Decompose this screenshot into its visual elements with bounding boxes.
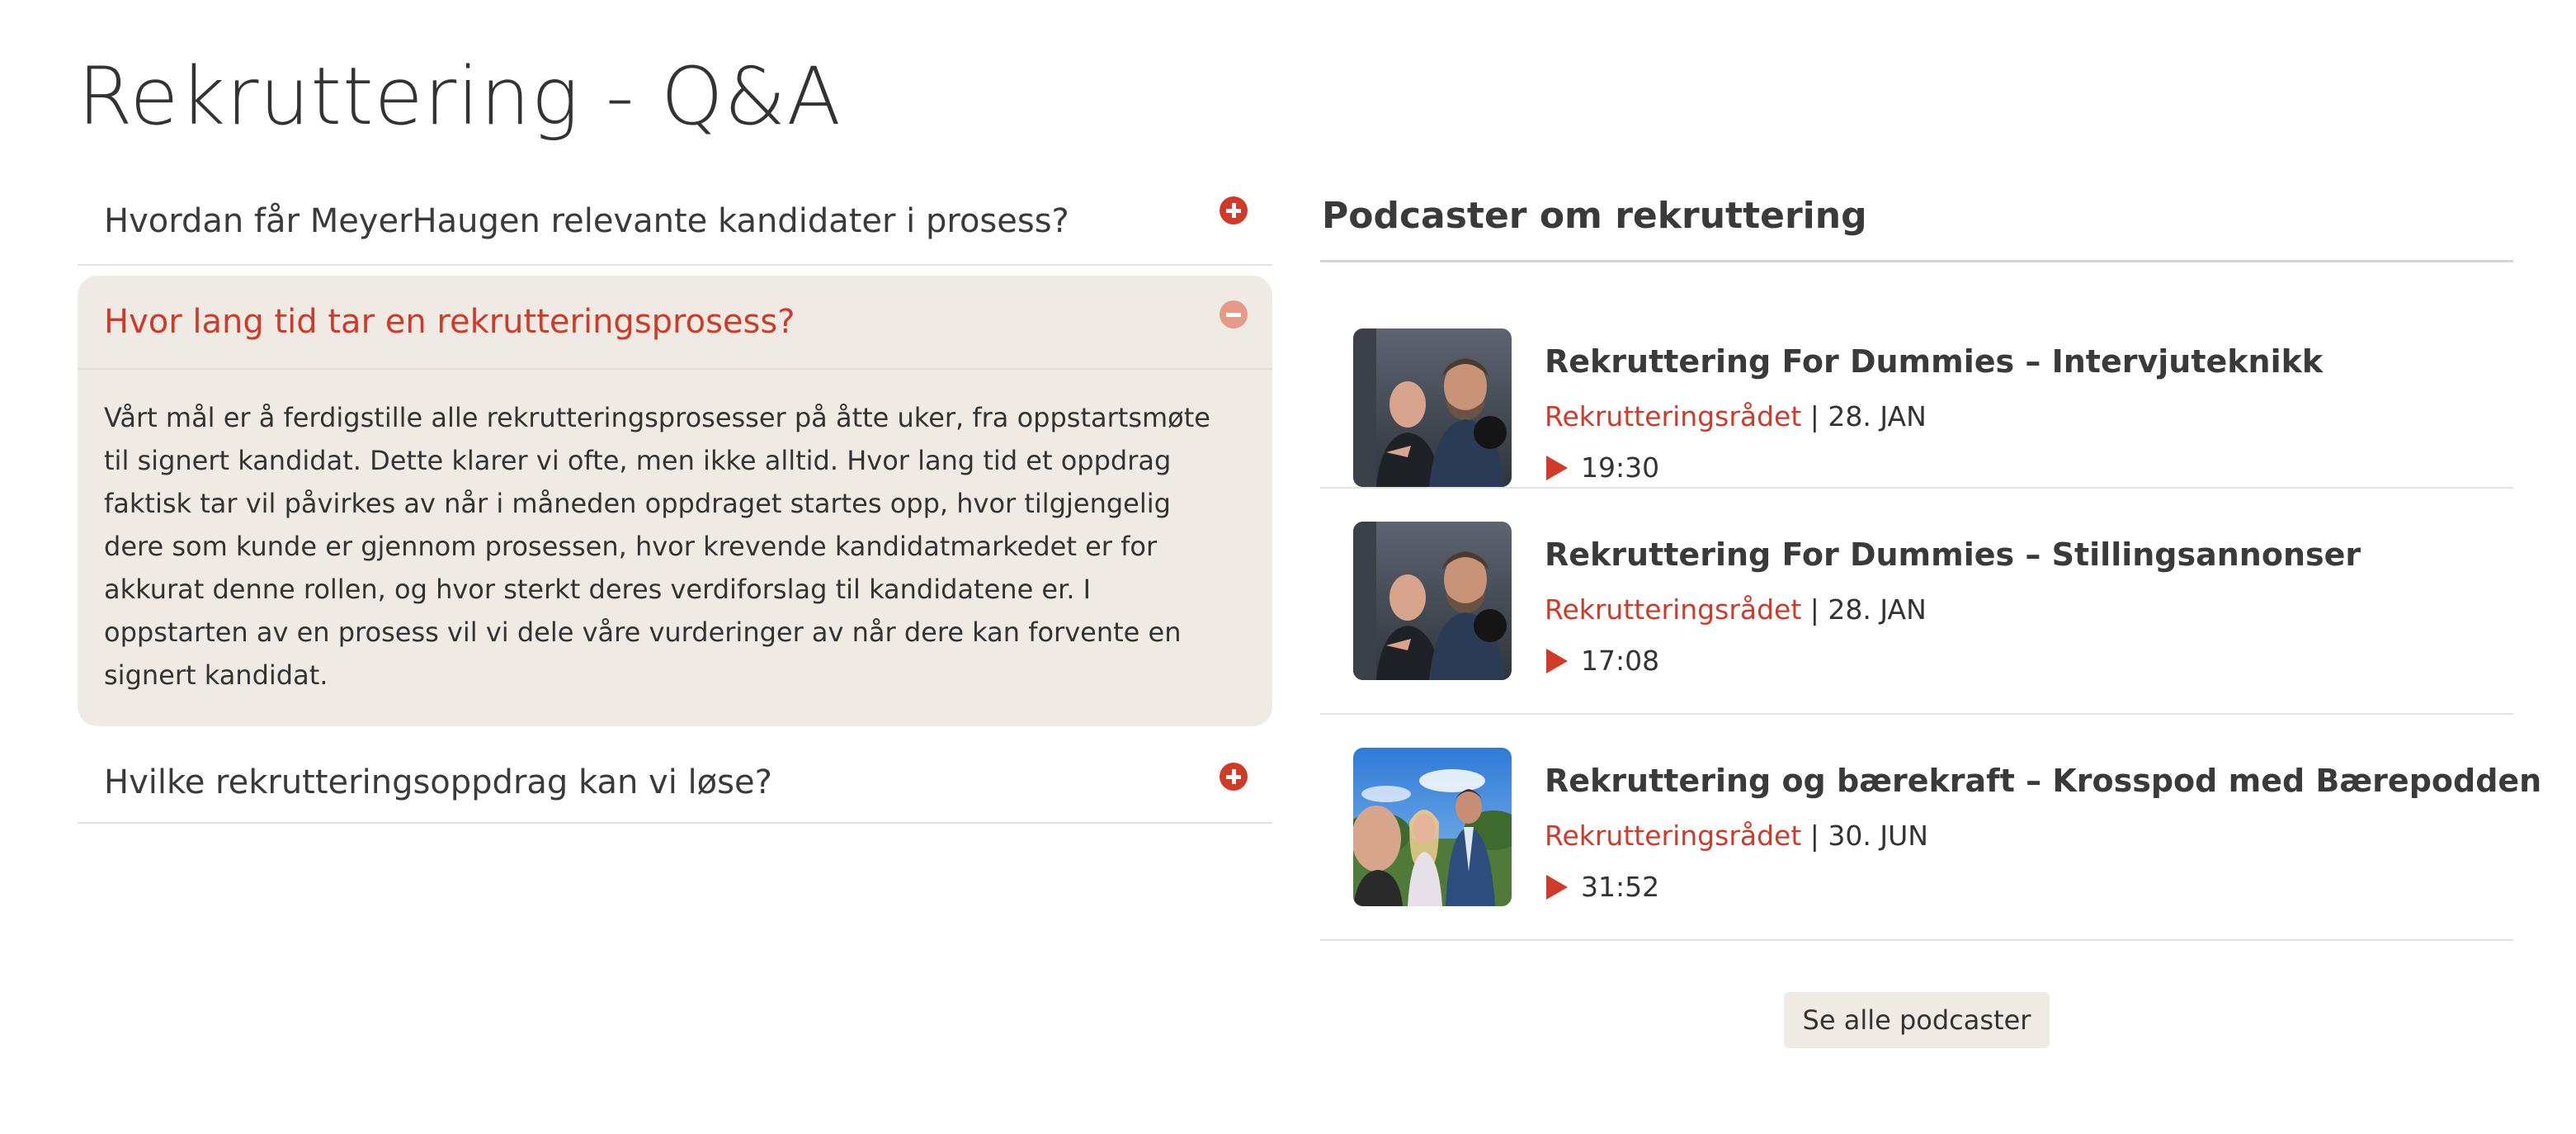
faq-item: Hvilke rekrutteringsoppdrag kan vi løse? bbox=[78, 726, 1272, 824]
episode-card[interactable]: Rekruttering og bærekraft – Krosspod med… bbox=[1320, 715, 2541, 941]
episode-card[interactable]: Rekruttering For Dummies – Stillingsanno… bbox=[1320, 489, 2513, 715]
faq-question-row[interactable]: Hvor lang tid tar en rekrutteringsproses… bbox=[78, 276, 1272, 370]
episode-title[interactable]: Rekruttering For Dummies – Intervjutekni… bbox=[1545, 342, 2323, 381]
episode-card[interactable]: Rekruttering For Dummies – Intervjutekni… bbox=[1320, 262, 2513, 489]
episode-meta: Rekrutteringsrådet | 30. JUN bbox=[1545, 817, 1928, 855]
faq-accordion: Hvordan får MeyerHaugen relevante kandid… bbox=[78, 177, 1272, 824]
page-title: Rekruttering - Q&A bbox=[78, 50, 842, 143]
plus-circle-icon[interactable] bbox=[1220, 196, 1248, 224]
podcast-section: Podcaster om rekruttering Rekruttering F… bbox=[1320, 177, 2541, 1048]
episode-duration: 19:30 bbox=[1581, 451, 1660, 484]
faq-item: Hvordan får MeyerHaugen relevante kandid… bbox=[78, 177, 1272, 266]
faq-question: Hvilke rekrutteringsoppdrag kan vi løse? bbox=[104, 763, 772, 801]
meta-separator: | bbox=[1801, 400, 1828, 432]
podcast-heading: Podcaster om rekruttering bbox=[1320, 177, 2513, 262]
faq-question: Hvor lang tid tar en rekrutteringsproses… bbox=[104, 303, 795, 341]
faq-question-row[interactable]: Hvordan får MeyerHaugen relevante kandid… bbox=[78, 177, 1272, 266]
play-icon[interactable] bbox=[1546, 456, 1568, 480]
episode-meta: Rekrutteringsrådet | 28. JAN bbox=[1545, 591, 1927, 629]
episode-thumbnail[interactable] bbox=[1353, 522, 1512, 680]
episode-title[interactable]: Rekruttering For Dummies – Stillingsanno… bbox=[1545, 535, 2361, 574]
episode-duration: 31:52 bbox=[1581, 871, 1660, 903]
episode-duration: 17:08 bbox=[1581, 645, 1660, 677]
faq-question-row[interactable]: Hvilke rekrutteringsoppdrag kan vi løse? bbox=[78, 726, 1272, 824]
see-all-podcasts-button[interactable]: Se alle podcaster bbox=[1784, 992, 2050, 1048]
minus-circle-icon[interactable] bbox=[1220, 300, 1248, 328]
episode-author[interactable]: Rekrutteringsrådet bbox=[1545, 820, 1801, 852]
episode-meta: Rekrutteringsrådet | 28. JAN bbox=[1545, 398, 1927, 436]
faq-question: Hvordan får MeyerHaugen relevante kandid… bbox=[104, 202, 1069, 240]
episode-date: 28. JAN bbox=[1828, 400, 1927, 432]
meta-separator: | bbox=[1801, 593, 1828, 626]
episode-list: Rekruttering For Dummies – Intervjutekni… bbox=[1320, 262, 2541, 941]
episode-author[interactable]: Rekrutteringsrådet bbox=[1545, 593, 1801, 626]
meta-separator: | bbox=[1801, 820, 1828, 852]
episode-author[interactable]: Rekrutteringsrådet bbox=[1545, 400, 1801, 432]
episode-thumbnail[interactable] bbox=[1353, 328, 1512, 487]
plus-circle-icon[interactable] bbox=[1220, 763, 1248, 791]
episode-title[interactable]: Rekruttering og bærekraft – Krosspod med… bbox=[1545, 761, 2541, 801]
play-icon[interactable] bbox=[1546, 875, 1568, 900]
faq-answer: Vårt mål er å ferdigstille alle rekrutte… bbox=[104, 402, 1210, 691]
faq-item-expanded: Hvor lang tid tar en rekrutteringsproses… bbox=[78, 276, 1272, 726]
play-icon[interactable] bbox=[1546, 649, 1568, 673]
episode-thumbnail[interactable] bbox=[1353, 748, 1512, 906]
episode-date: 30. JUN bbox=[1828, 820, 1928, 852]
episode-date: 28. JAN bbox=[1828, 593, 1927, 626]
